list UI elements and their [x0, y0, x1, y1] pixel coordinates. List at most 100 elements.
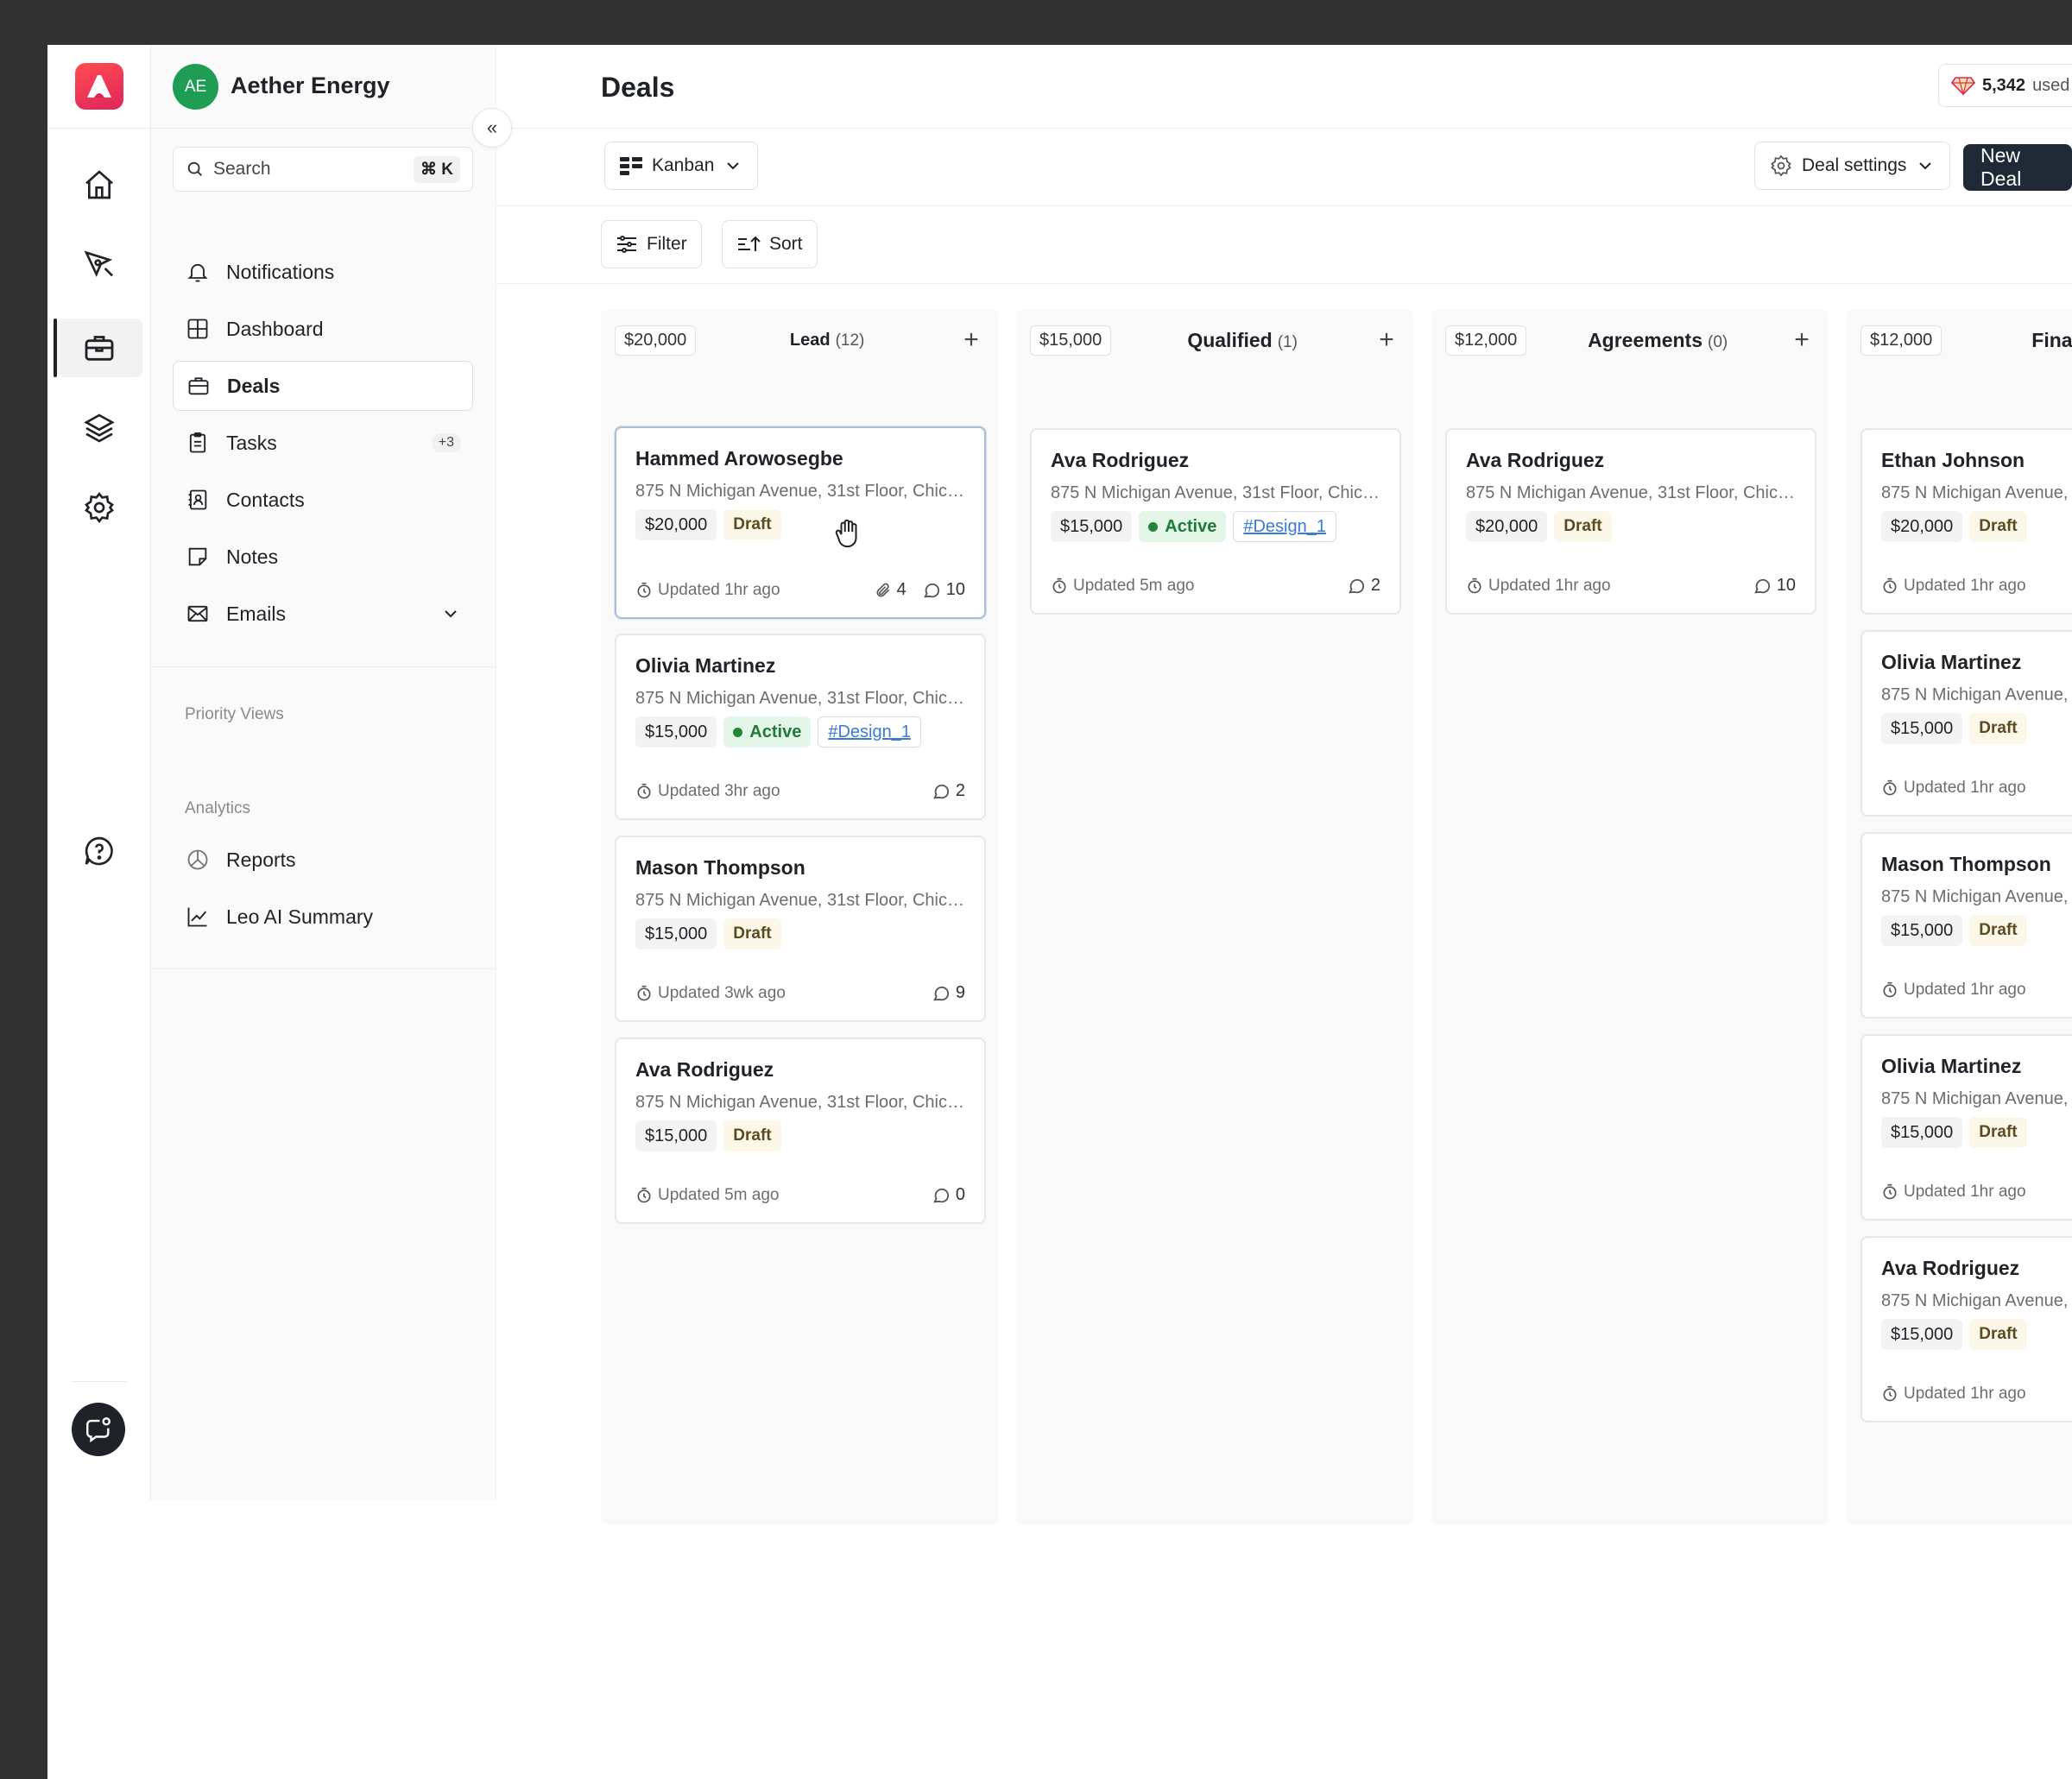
sidebar-item-dashboard[interactable]: Dashboard	[173, 304, 473, 354]
view-label: Kanban	[652, 155, 715, 175]
deal-settings-button[interactable]: Deal settings	[1754, 142, 1951, 190]
updated-time: Updated 1hr ago	[1904, 1385, 2026, 1403]
deal-card[interactable]: Ava Rodriguez 875 N Michigan Avenue, 31s…	[615, 1038, 986, 1224]
column-title: Lead (12)	[696, 331, 958, 350]
home-icon[interactable]	[56, 155, 142, 214]
deal-card[interactable]: Ava Rodriguez 875 N Michigan Avenue, 31s…	[1445, 428, 1816, 615]
sidebar: AE Aether Energy « Search ⌘ K Notificati…	[151, 45, 512, 1500]
filter-button[interactable]: Filter	[601, 220, 702, 268]
deal-address: 875 N Michigan Avenue, 31st Floor, Chica…	[1051, 483, 1386, 502]
mail-icon	[185, 601, 211, 627]
comment-icon	[1753, 578, 1770, 593]
sidebar-item-notes[interactable]: Notes	[173, 532, 473, 582]
collapse-sidebar-icon[interactable]: «	[472, 108, 512, 148]
deal-footer: Updated 3wk ago 9	[635, 983, 965, 1003]
app-logo[interactable]	[75, 63, 123, 110]
comment-icon	[923, 583, 939, 597]
search-shortcut: ⌘ K	[414, 155, 460, 183]
page-title: Deals	[601, 72, 675, 103]
search-placeholder: Search	[213, 159, 271, 179]
chevron-down-icon[interactable]	[440, 603, 461, 624]
status-label: Active	[1165, 516, 1217, 536]
deal-card[interactable]: Hammed Arowosegbe 875 N Michigan Avenue,…	[615, 426, 986, 619]
deal-footer: Updated 1hr ago	[1881, 577, 2072, 596]
status-badge: Draft	[1969, 1117, 2027, 1148]
sort-button[interactable]: Sort	[722, 220, 818, 268]
sidebar-item-label: Dashboard	[226, 317, 324, 340]
briefcase-icon[interactable]	[54, 319, 142, 377]
new-deal-button[interactable]: New Deal	[1963, 144, 2072, 191]
hashtag-link[interactable]: #Design_1	[1233, 511, 1336, 542]
deal-card[interactable]: Ava Rodriguez 875 N Michigan Avenue, 31s…	[1030, 428, 1401, 615]
deal-tags: $20,000 Draft	[635, 509, 781, 540]
deal-card[interactable]: Mason Thompson 875 N Michigan Avenue, 31…	[615, 836, 986, 1022]
deal-name: Mason Thompson	[635, 856, 805, 879]
add-deal-icon[interactable]: +	[1789, 325, 1815, 355]
filter-sliders-icon	[617, 236, 636, 253]
credits-usage[interactable]: 5,342 used	[1938, 64, 2072, 107]
sidebar-item-tasks[interactable]: Tasks +3	[173, 418, 473, 468]
sidebar-item-deals[interactable]: Deals	[173, 361, 473, 411]
updated-time: Updated 1hr ago	[658, 580, 780, 599]
hashtag-link[interactable]: #Design_1	[818, 716, 921, 748]
rail-divider	[72, 1381, 127, 1382]
search-input[interactable]: Search ⌘ K	[173, 147, 473, 192]
updated-time: Updated 3wk ago	[658, 983, 786, 1002]
comment-count: 2	[1370, 576, 1380, 595]
sidebar-item-label: Reports	[226, 848, 296, 871]
timer-icon	[1883, 1183, 1897, 1200]
column-total: $20,000	[615, 325, 697, 356]
sort-icon	[738, 236, 761, 251]
tasks-count-badge: +3	[431, 433, 461, 452]
active-dot	[733, 727, 743, 737]
deal-card[interactable]: Ethan Johnson 875 N Michigan Avenue, 31s…	[1860, 428, 2072, 615]
column-header: $15,000 Qualified (1) +	[1016, 310, 1413, 370]
deal-card[interactable]: Olivia Martinez 875 N Michigan Avenue, 3…	[1860, 1034, 2072, 1221]
sidebar-item-emails[interactable]: Emails	[173, 589, 473, 639]
help-chat-icon[interactable]	[56, 822, 142, 880]
workspace-name[interactable]: Aether Energy	[231, 73, 390, 99]
briefcase-icon	[186, 373, 212, 399]
deal-footer: Updated 1hr ago	[1881, 779, 2072, 798]
deal-amount: $15,000	[1881, 1319, 1963, 1350]
sidebar-item-label: Leo AI Summary	[226, 905, 374, 928]
active-dot	[1148, 521, 1159, 532]
support-chat-icon[interactable]	[72, 1403, 125, 1456]
deal-tags: $15,000 Active #Design_1	[1051, 511, 1336, 542]
settings-gear-icon[interactable]	[56, 478, 142, 537]
deal-card[interactable]: Ava Rodriguez 875 N Michigan Avenue, 31s…	[1860, 1236, 2072, 1423]
dashboard-icon	[185, 316, 211, 342]
deal-card[interactable]: Mason Thompson 875 N Michigan Avenue, 31…	[1860, 832, 2072, 1019]
layers-icon[interactable]	[56, 399, 142, 457]
sidebar-item-notifications[interactable]: Notifications	[173, 247, 473, 297]
sidebar-item-reports[interactable]: Reports	[173, 835, 473, 885]
column-header: $12,000 Financed(	[1847, 310, 2072, 370]
view-switcher-dropdown[interactable]: Kanban	[604, 142, 759, 190]
search-icon	[187, 161, 202, 176]
deal-tags: $15,000 Active #Design_1	[635, 716, 921, 748]
add-deal-icon[interactable]: +	[958, 325, 984, 355]
column-title: Qualified (1)	[1111, 329, 1374, 352]
deal-amount: $20,000	[1466, 511, 1548, 542]
sidebar-item-contacts[interactable]: Contacts	[173, 475, 473, 525]
timer-icon	[1883, 981, 1897, 998]
deal-name: Ethan Johnson	[1881, 449, 2025, 471]
status-badge: Active	[723, 716, 812, 748]
add-deal-icon[interactable]: +	[1374, 325, 1399, 355]
column-total: $12,000	[1445, 325, 1527, 356]
pen-tool-icon[interactable]	[56, 235, 142, 293]
deal-tags: $15,000 Draft	[1881, 713, 2027, 744]
column-name: Financed	[2031, 328, 2072, 351]
sidebar-item-leo-ai-summary[interactable]: Leo AI Summary	[173, 892, 473, 942]
deal-address: 875 N Michigan Avenue, 31st Floor, Chica…	[635, 689, 970, 708]
deal-address: 875 N Michigan Avenue, 31st Floor, Chica…	[1881, 1291, 2072, 1310]
workspace-avatar[interactable]: AE	[173, 64, 218, 110]
deal-card[interactable]: Olivia Martinez 875 N Michigan Avenue, 3…	[615, 634, 986, 820]
deal-amount: $20,000	[635, 509, 717, 540]
timer-icon	[1883, 1385, 1897, 1402]
deal-card[interactable]: Olivia Martinez 875 N Michigan Avenue, 3…	[1860, 630, 2072, 817]
deal-footer: Updated 5m ago 2	[1051, 576, 1380, 596]
kanban-column-agreements: $12,000 Agreements (0) + Ava Rodriguez 87…	[1431, 310, 1829, 1524]
deal-amount: $15,000	[1881, 713, 1963, 744]
contact-book-icon	[185, 487, 211, 513]
